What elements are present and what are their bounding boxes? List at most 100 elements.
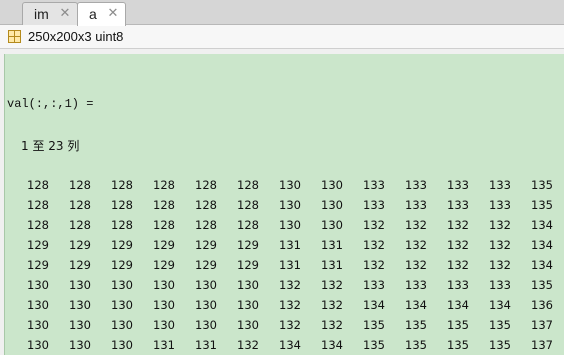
matrix-cell: 132	[447, 258, 469, 272]
matrix-cell: 128	[195, 218, 217, 232]
matrix-cell: 134	[531, 238, 553, 252]
matrix-row: 130 130 130 130 130 130 132 132 133 133 133 133 135	[5, 278, 564, 298]
matrix-cell: 131	[279, 238, 301, 252]
matrix-cell: 133	[489, 198, 511, 212]
matrix-cell: 130	[153, 298, 175, 312]
matrix-cell: 128	[153, 178, 175, 192]
matrix-cell: 128	[153, 198, 175, 212]
matrix-cell: 130	[27, 318, 49, 332]
output-panel[interactable]: val(:,:,1) = 1 至 23 列 128 128 128 128 128 128…	[4, 54, 564, 355]
matrix-cell: 136	[531, 298, 553, 312]
matrix-cell: 130	[321, 198, 343, 212]
matrix-cell: 135	[447, 338, 469, 352]
matrix-cell: 135	[531, 178, 553, 192]
matrix-cell: 128	[237, 178, 259, 192]
matrix-cell: 129	[69, 258, 91, 272]
matrix-cell: 130	[69, 298, 91, 312]
matrix-cell: 132	[489, 238, 511, 252]
matrix-cell: 130	[153, 318, 175, 332]
tab-a[interactable]: a ✕	[77, 2, 126, 26]
matrix-cell: 132	[489, 218, 511, 232]
matrix-cell: 128	[195, 178, 217, 192]
matrix-cell: 133	[405, 278, 427, 292]
matrix-cell: 133	[363, 278, 385, 292]
matrix-cell: 137	[531, 318, 553, 332]
matrix-cell: 132	[279, 298, 301, 312]
matrix-cell: 132	[447, 238, 469, 252]
matrix-cell: 129	[27, 238, 49, 252]
matrix-cell: 132	[405, 238, 427, 252]
matrix-cell: 130	[195, 278, 217, 292]
matrix-cell: 135	[531, 198, 553, 212]
matrix-cell: 129	[111, 258, 133, 272]
matrix-cell: 128	[195, 198, 217, 212]
matrix-cell: 131	[279, 258, 301, 272]
matrix-cell: 131	[321, 238, 343, 252]
matrix-cell: 137	[531, 338, 553, 352]
matrix-cell: 130	[237, 318, 259, 332]
matrix-cell: 130	[111, 338, 133, 352]
matrix-cell: 134	[363, 298, 385, 312]
matrix-cell: 132	[279, 278, 301, 292]
matrix-cell: 135	[405, 338, 427, 352]
matrix-cell: 135	[447, 318, 469, 332]
matrix-cell: 130	[237, 278, 259, 292]
matrix-cell: 129	[69, 238, 91, 252]
matrix-cell: 128	[69, 178, 91, 192]
matrix-cell: 134	[489, 298, 511, 312]
matrix-cell: 135	[489, 318, 511, 332]
matrix-cell: 129	[111, 238, 133, 252]
close-icon[interactable]: ✕	[107, 6, 119, 19]
matrix-cell: 130	[279, 218, 301, 232]
matrix-cell: 134	[321, 338, 343, 352]
grid-icon	[8, 30, 21, 43]
matrix-cell: 134	[447, 298, 469, 312]
matrix-cell: 129	[153, 238, 175, 252]
matrix-cell: 132	[321, 318, 343, 332]
matrix-row: 129 129 129 129 129 129 131 131 132 132 132 132 134	[5, 258, 564, 278]
matrix-cell: 130	[111, 278, 133, 292]
matrix-cell: 133	[447, 198, 469, 212]
matrix-cell: 130	[321, 178, 343, 192]
matrix-cell: 132	[363, 258, 385, 272]
matrix-cell: 133	[405, 198, 427, 212]
matrix-cell: 132	[321, 298, 343, 312]
tab-im[interactable]: im ✕	[22, 2, 78, 25]
matrix-cell: 131	[153, 338, 175, 352]
matrix-cell: 132	[237, 338, 259, 352]
matrix-cell: 133	[447, 278, 469, 292]
matrix-cell: 130	[69, 318, 91, 332]
matrix-cell: 129	[153, 258, 175, 272]
matrix-cell: 130	[237, 298, 259, 312]
matrix-cell: 132	[321, 278, 343, 292]
matrix-row: 128 128 128 128 128 128 130 130 133 133 133 133 135	[5, 198, 564, 218]
matrix-cell: 128	[111, 218, 133, 232]
value-label: val(:,:,1) =	[7, 97, 94, 111]
matrix-cell: 130	[279, 198, 301, 212]
close-icon[interactable]: ✕	[59, 6, 71, 19]
matrix-cell: 135	[363, 338, 385, 352]
matrix-cell: 128	[27, 178, 49, 192]
matrix-cell: 128	[153, 218, 175, 232]
matrix-cell: 131	[321, 258, 343, 272]
matrix-cell: 132	[405, 258, 427, 272]
matrix-cell: 129	[195, 238, 217, 252]
matrix-cell: 128	[27, 218, 49, 232]
matrix-cell: 128	[111, 178, 133, 192]
matrix-cell: 132	[363, 238, 385, 252]
matrix-cell: 130	[111, 318, 133, 332]
tab-label: a	[89, 6, 97, 22]
matrix-cell: 130	[153, 278, 175, 292]
tab-label: im	[34, 6, 49, 22]
matrix-cell: 128	[111, 198, 133, 212]
matrix-row: 130 130 130 130 130 130 132 132 135 135 135 135 137	[5, 318, 564, 338]
matrix-cell: 130	[69, 338, 91, 352]
matrix-cell: 135	[405, 318, 427, 332]
matrix-cell: 130	[27, 298, 49, 312]
matrix-cell: 133	[363, 178, 385, 192]
matrix-cell: 130	[111, 298, 133, 312]
matrix-cell: 133	[363, 198, 385, 212]
matrix-cell: 132	[405, 218, 427, 232]
matrix-cell: 133	[447, 178, 469, 192]
matrix-row: 130 130 130 130 130 130 132 132 134 134 134 134 136	[5, 298, 564, 318]
